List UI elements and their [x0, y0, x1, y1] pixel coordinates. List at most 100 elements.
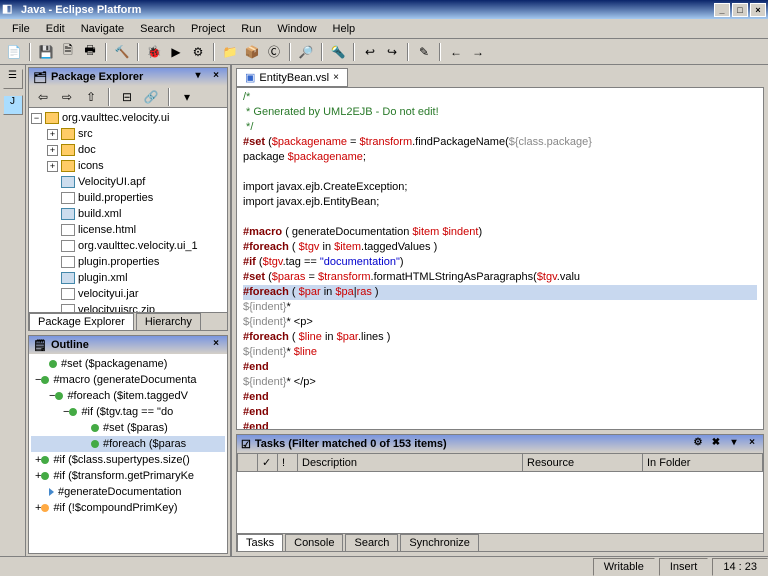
- outline-item[interactable]: +#if ($class.supertypes.size(): [31, 452, 225, 468]
- build-icon[interactable]: 🔨: [112, 42, 132, 62]
- editor-line[interactable]: */: [243, 120, 757, 135]
- editor-line[interactable]: ${indent}* $line: [243, 345, 757, 360]
- editor-line[interactable]: #macro ( generateDocumentation $item $in…: [243, 225, 757, 240]
- menu-project[interactable]: Project: [183, 21, 233, 37]
- link-icon[interactable]: 🔗: [141, 87, 161, 107]
- tasks-col[interactable]: In Folder: [643, 454, 763, 472]
- editor-line[interactable]: #set ($packagename = $transform.findPack…: [243, 135, 757, 150]
- tree-item[interactable]: VelocityUI.apf: [31, 174, 225, 190]
- tasks-col[interactable]: !: [278, 454, 298, 472]
- editor-line[interactable]: import javax.ejb.CreateException;: [243, 180, 757, 195]
- filter-icon[interactable]: ▾: [177, 87, 197, 107]
- menu-file[interactable]: File: [4, 21, 38, 37]
- outline-item[interactable]: +#if (!$compoundPrimKey): [31, 500, 225, 516]
- outline-close-icon[interactable]: ×: [209, 338, 223, 352]
- maximize-button[interactable]: □: [732, 3, 748, 17]
- newproj-icon[interactable]: 📁: [220, 42, 240, 62]
- tasks-col[interactable]: ✓: [258, 454, 278, 472]
- menu-run[interactable]: Run: [233, 21, 269, 37]
- outline-item[interactable]: −#if ($tgv.tag == "do: [31, 404, 225, 420]
- tasks-col[interactable]: Description: [298, 454, 523, 472]
- runext-icon[interactable]: ⚙: [188, 42, 208, 62]
- outline-item[interactable]: #set ($packagename): [31, 356, 225, 372]
- editor-line[interactable]: package $packagename;: [243, 150, 757, 165]
- tree-item[interactable]: build.properties: [31, 190, 225, 206]
- editor-line[interactable]: #foreach ( $par in $pa|ras ): [243, 285, 757, 300]
- tasks-col[interactable]: [238, 454, 258, 472]
- close-button[interactable]: ×: [750, 3, 766, 17]
- editor-line[interactable]: #if ($tgv.tag == "documentation"): [243, 255, 757, 270]
- menu-navigate[interactable]: Navigate: [73, 21, 132, 37]
- view-close-icon[interactable]: ×: [209, 70, 223, 84]
- editor-line[interactable]: ${indent}* <p>: [243, 315, 757, 330]
- editor-line[interactable]: #set ($paras = $transform.formatHTMLStri…: [243, 270, 757, 285]
- editor-line[interactable]: #foreach ( $line in $par.lines ): [243, 330, 757, 345]
- tab-package-explorer[interactable]: Package Explorer: [29, 313, 134, 330]
- tree-root[interactable]: −org.vaulttec.velocity.ui: [31, 110, 225, 126]
- tasks-col[interactable]: Resource: [523, 454, 643, 472]
- editor-line[interactable]: #end: [243, 390, 757, 405]
- tasks-close-icon[interactable]: ×: [745, 437, 759, 451]
- search-icon[interactable]: 🔦: [328, 42, 348, 62]
- java-perspective-button[interactable]: J: [3, 95, 23, 115]
- tab-synchronize[interactable]: Synchronize: [400, 534, 479, 551]
- editor-line[interactable]: /*: [243, 90, 757, 105]
- menu-search[interactable]: Search: [132, 21, 183, 37]
- back-icon[interactable]: ←: [446, 42, 466, 62]
- editor-line[interactable]: [243, 210, 757, 225]
- tree-item[interactable]: org.vaulttec.velocity.ui_1: [31, 238, 225, 254]
- outline-item[interactable]: −#foreach ($item.taggedV: [31, 388, 225, 404]
- outline-tree[interactable]: #set ($packagename)−#macro (generateDocu…: [29, 354, 227, 553]
- editor-line[interactable]: #end: [243, 420, 757, 430]
- menu-window[interactable]: Window: [269, 21, 324, 37]
- editor-line[interactable]: import javax.ejb.EntityBean;: [243, 195, 757, 210]
- tree-item[interactable]: +icons: [31, 158, 225, 174]
- tree-item[interactable]: license.html: [31, 222, 225, 238]
- menu-edit[interactable]: Edit: [38, 21, 73, 37]
- tasks-menu-icon[interactable]: ▾: [727, 437, 741, 451]
- save-icon[interactable]: 💾: [36, 42, 56, 62]
- menu-help[interactable]: Help: [325, 21, 364, 37]
- fwd-nav-icon[interactable]: ⇨: [57, 87, 77, 107]
- up-nav-icon[interactable]: ⇧: [81, 87, 101, 107]
- saveall-icon[interactable]: 🗎: [58, 42, 78, 62]
- outline-item[interactable]: #foreach ($paras: [31, 436, 225, 452]
- forward-icon[interactable]: →: [468, 42, 488, 62]
- annotation-next-icon[interactable]: ↪: [382, 42, 402, 62]
- tree-item[interactable]: plugin.xml: [31, 270, 225, 286]
- editor-line[interactable]: [243, 165, 757, 180]
- editor-line[interactable]: #end: [243, 405, 757, 420]
- text-editor[interactable]: /* * Generated by UML2EJB - Do not edit!…: [236, 87, 764, 430]
- tree-item[interactable]: plugin.properties: [31, 254, 225, 270]
- editor-line[interactable]: ${indent}* </p>: [243, 375, 757, 390]
- outline-item[interactable]: #set ($paras): [31, 420, 225, 436]
- tree-item[interactable]: velocityuisrc.zip: [31, 302, 225, 312]
- open-type-icon[interactable]: 🔎: [296, 42, 316, 62]
- tab-console[interactable]: Console: [285, 534, 343, 551]
- last-edit-icon[interactable]: ✎: [414, 42, 434, 62]
- tree-item[interactable]: +src: [31, 126, 225, 142]
- editor-line[interactable]: ${indent}*: [243, 300, 757, 315]
- tasks-delete-icon[interactable]: ✖: [709, 437, 723, 451]
- debug-icon[interactable]: 🐞: [144, 42, 164, 62]
- tab-hierarchy[interactable]: Hierarchy: [136, 313, 201, 330]
- collapse-icon[interactable]: ⊟: [117, 87, 137, 107]
- newpkg-icon[interactable]: 📦: [242, 42, 262, 62]
- new-icon[interactable]: 📄: [4, 42, 24, 62]
- run-icon[interactable]: ▶: [166, 42, 186, 62]
- outline-item[interactable]: #generateDocumentation: [31, 484, 225, 500]
- outline-item[interactable]: +#if ($transform.getPrimaryKe: [31, 468, 225, 484]
- outline-item[interactable]: −#macro (generateDocumenta: [31, 372, 225, 388]
- tree-item[interactable]: build.xml: [31, 206, 225, 222]
- tree-item[interactable]: velocityui.jar: [31, 286, 225, 302]
- minimize-button[interactable]: _: [714, 3, 730, 17]
- open-perspective-button[interactable]: ☰: [3, 69, 23, 89]
- tab-tasks[interactable]: Tasks: [237, 534, 283, 551]
- tab-search[interactable]: Search: [345, 534, 398, 551]
- editor-line[interactable]: #foreach ( $tgv in $item.taggedValues ): [243, 240, 757, 255]
- editor-line[interactable]: #end: [243, 360, 757, 375]
- back-nav-icon[interactable]: ⇦: [33, 87, 53, 107]
- editor-tab-entitybean[interactable]: ▣ EntityBean.vsl ×: [236, 68, 348, 87]
- annotation-prev-icon[interactable]: ↩: [360, 42, 380, 62]
- newclass-icon[interactable]: Ⓒ: [264, 42, 284, 62]
